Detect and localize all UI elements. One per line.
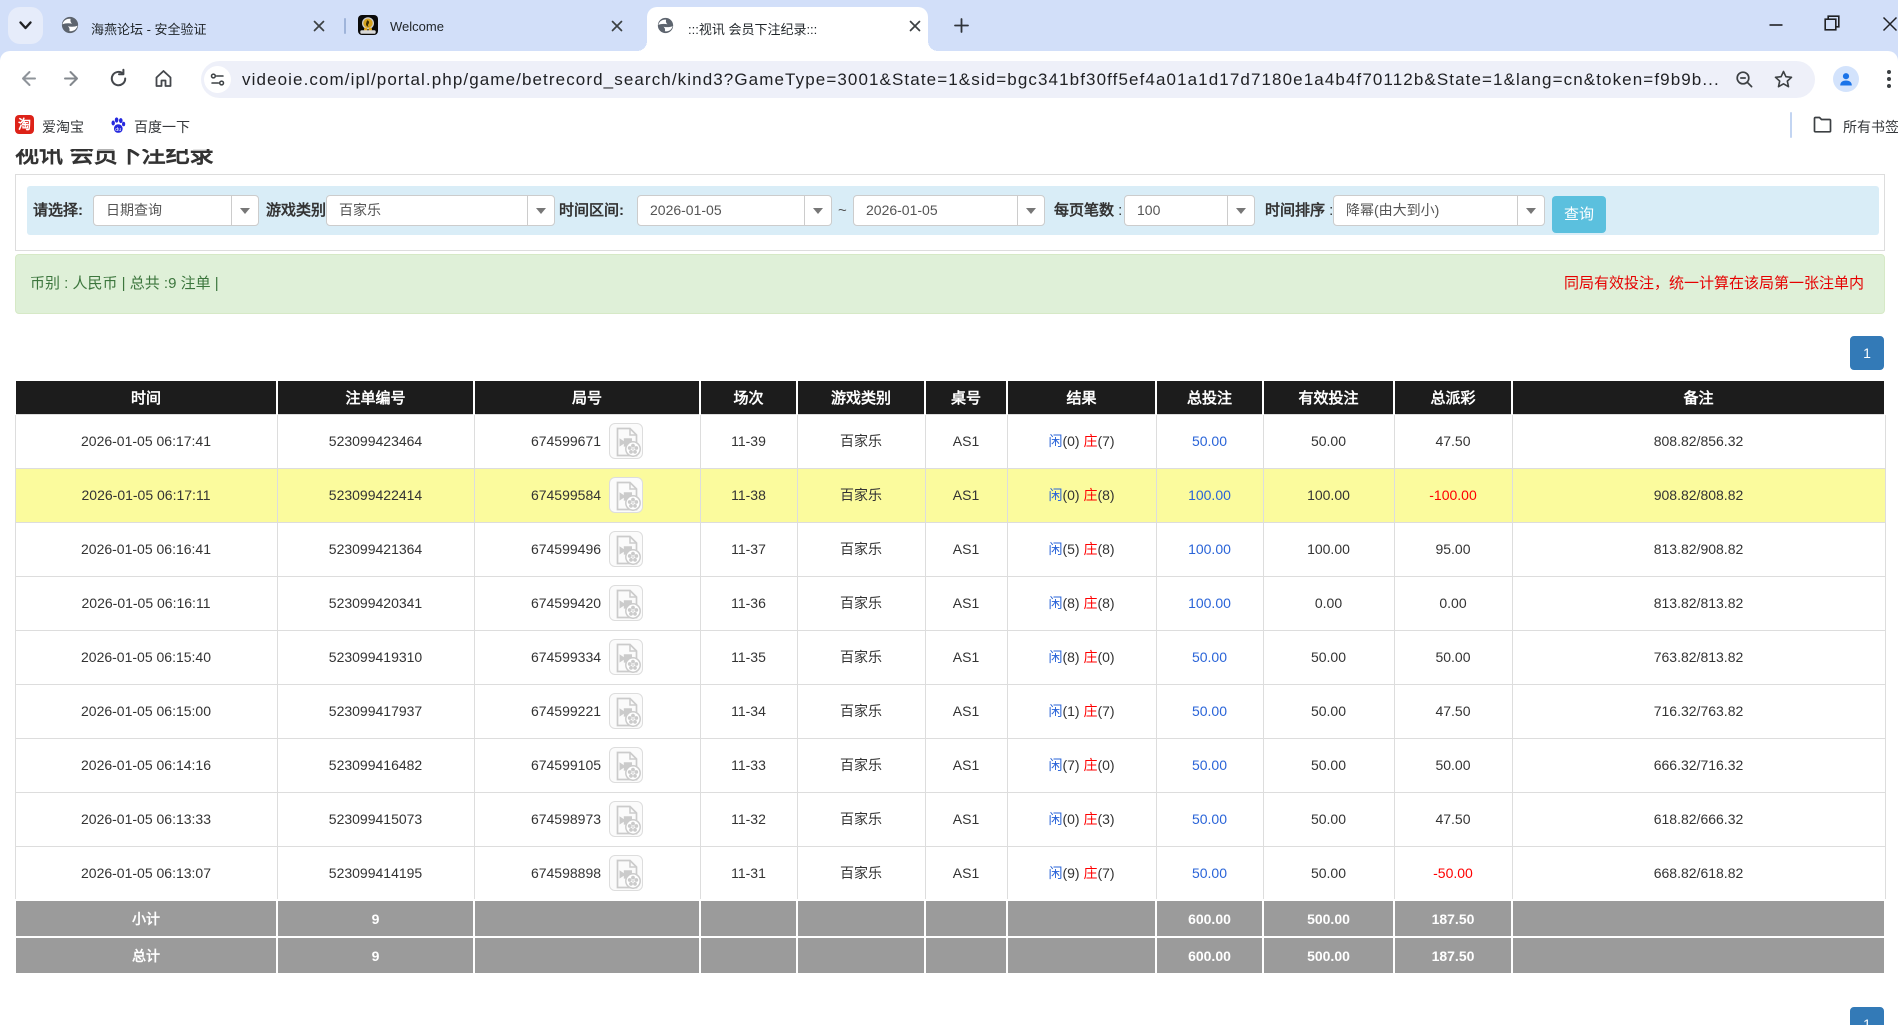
svg-text:du: du [115,127,121,133]
